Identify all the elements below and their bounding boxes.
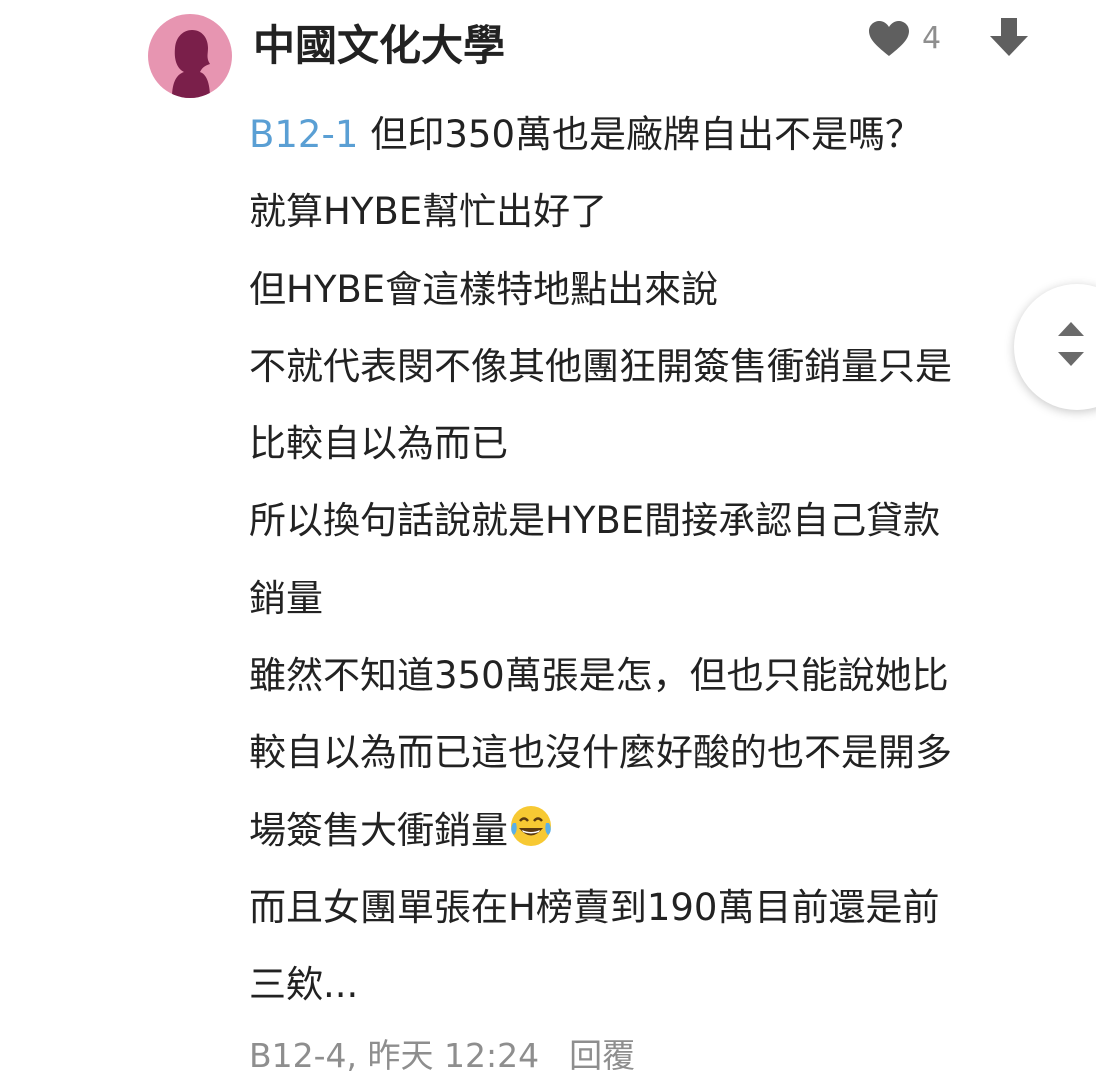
comment-line: 雖然不知道350萬張是怎，但也只能說她比 — [249, 654, 949, 698]
comment-line: 不就代表閔不像其他團狂開簽售衝銷量只是 — [249, 344, 952, 388]
heart-icon[interactable] — [868, 20, 910, 58]
comment-line: 所以換句話說就是HYBE間接承認自己貸款 — [249, 499, 941, 543]
comment-line: B12-1 但印350萬也是廠牌自出不是嗎？ — [249, 96, 1069, 173]
reply-tag-link[interactable]: B12-1 — [249, 113, 358, 156]
download-arrow-icon[interactable] — [988, 16, 1030, 60]
comment-line: 銷量 — [249, 576, 323, 620]
chevron-up-icon[interactable] — [1056, 320, 1086, 338]
reply-button[interactable]: 回覆 — [569, 1036, 635, 1075]
comment-text: 場簽售大衝銷量 — [249, 808, 508, 852]
female-silhouette-avatar-icon — [172, 30, 210, 98]
author-name[interactable]: 中國文化大學 — [253, 18, 505, 74]
like-count: 4 — [922, 21, 942, 56]
comment-line: 而且女團單張在H榜賣到190萬目前還是前 — [249, 885, 940, 929]
comment-line: 三欸... — [249, 963, 359, 1007]
comment-line: 比較自以為而已 — [249, 422, 508, 466]
floor-timestamp: B12-4, 昨天 12:24 — [249, 1036, 540, 1075]
comment-line: 場簽售大衝銷量 — [249, 792, 1069, 869]
chevron-down-icon[interactable] — [1056, 350, 1086, 368]
comment-meta: B12-4, 昨天 12:24 回覆 — [249, 1032, 635, 1080]
comment-text: 但印350萬也是廠牌自出不是嗎？ — [370, 113, 922, 156]
comment-line: 較自以為而已這也沒什麼好酸的也不是開多 — [249, 731, 952, 775]
comment-line: 但HYBE會這樣特地點出來說 — [249, 267, 719, 311]
comment-line: 就算HYBE幫忙出好了 — [249, 190, 608, 234]
avatar[interactable] — [148, 14, 232, 98]
laughing-tears-emoji-icon — [511, 805, 551, 846]
comment-body: B12-1 但印350萬也是廠牌自出不是嗎？ 就算HYBE幫忙出好了 但HYBE會… — [249, 96, 1069, 1024]
